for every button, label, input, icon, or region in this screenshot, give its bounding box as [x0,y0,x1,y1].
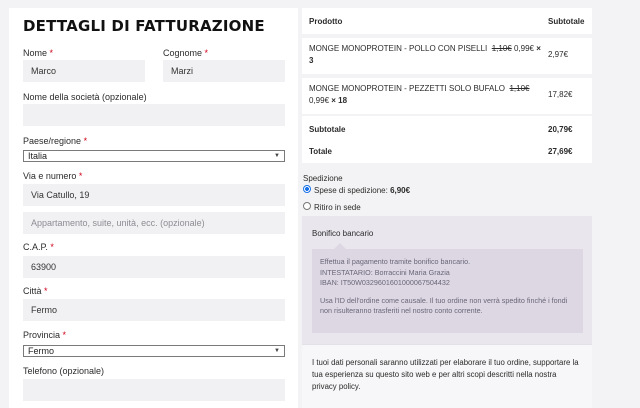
order-item-row: MONGE MONOPROTEIN - PEZZETTI SOLO BUFALO… [302,78,592,114]
price: 0,99€ [309,96,330,105]
phone-label: Telefono (opzionale) [23,366,105,376]
total-label: Totale [309,147,332,156]
country-label: Paese/regione * [23,136,88,146]
province-select[interactable]: Fermo ▼ [23,345,285,357]
first-name-label: Nome * [23,48,54,58]
last-name-input[interactable]: Marzi [163,60,285,82]
payment-description: Effettua il pagamento tramite bonifico b… [312,243,583,333]
order-item-row: MONGE MONOPROTEIN - POLLO CON PISELLI 1,… [302,38,592,74]
province-label: Provincia * [23,330,67,340]
province-select-value: Fermo [28,346,55,356]
item-subtotal: 17,82€ [548,90,573,99]
zip-label: C.A.P. * [23,242,54,252]
old-price: 1,10€ [491,44,512,53]
order-item-desc: MONGE MONOPROTEIN - PEZZETTI SOLO BUFALO… [309,83,545,107]
total-value: 27,69€ [548,147,573,156]
order-table-header: Prodotto Subtotale [302,8,592,34]
company-input[interactable] [23,104,285,126]
payment-line: Usa l'ID dell'ordine come causale. Il tu… [320,295,568,316]
shipping-title: Spedizione [303,174,343,183]
pickup-option-radio[interactable] [303,202,311,210]
payment-line: IBAN: IT50W0329601601000067504432 [320,278,450,287]
pickup-option-label[interactable]: Ritiro in sede [314,203,361,212]
city-label: Città * [23,286,48,296]
street2-input[interactable]: Appartamento, suite, unità, ecc. (opzion… [23,212,285,234]
phone-input[interactable] [23,379,285,401]
street-input[interactable]: Via Catullo, 19 [23,184,285,206]
first-name-input[interactable]: Marco [23,60,145,82]
billing-heading: DETTAGLI DI FATTURAZIONE [23,17,265,35]
chevron-down-icon: ▼ [274,153,280,159]
price: 0,99€ [513,44,535,53]
col-product-header: Prodotto [309,17,343,26]
order-review: Prodotto Subtotale MONGE MONOPROTEIN - P… [302,8,592,408]
country-select-value: Italia [28,151,48,161]
privacy-notice: I tuoi dati personali saranno utilizzati… [302,344,592,408]
last-name-label: Cognome * [163,48,209,58]
total-row: Totale 27,69€ [302,138,592,163]
payment-line: Effettua il pagamento tramite bonifico b… [320,257,471,266]
col-subtotal-header: Subtotale [548,17,585,26]
payment-line: INTESTATARIO: Borraccini Maria Grazia [320,267,450,277]
country-select[interactable]: Italia ▼ [23,150,285,162]
zip-input[interactable]: 63900 [23,256,285,278]
old-price: 1,10€ [509,84,530,93]
product-name: MONGE MONOPROTEIN - POLLO CON PISELLI [309,44,488,53]
item-subtotal: 2,97€ [548,50,569,59]
subtotal-label: Subtotale [309,125,346,134]
shipping-option-radio-selected[interactable] [303,185,311,193]
quantity: × 18 [331,96,348,105]
city-input[interactable]: Fermo [23,299,285,321]
subtotal-value: 20,79€ [548,125,573,134]
street-label: Via e numero * [23,171,83,181]
company-label: Nome della società (opzionale) [23,92,147,102]
billing-form: DETTAGLI DI FATTURAZIONE Nome * Marco Co… [9,8,298,408]
payment-method-label[interactable]: Bonifico bancario [312,229,373,238]
chevron-down-icon: ▼ [274,348,280,354]
product-name: MONGE MONOPROTEIN - PEZZETTI SOLO BUFALO [309,84,506,93]
order-item-desc: MONGE MONOPROTEIN - POLLO CON PISELLI 1,… [309,43,545,67]
shipping-option-label[interactable]: Spese di spedizione: 6,90€ [314,186,410,195]
